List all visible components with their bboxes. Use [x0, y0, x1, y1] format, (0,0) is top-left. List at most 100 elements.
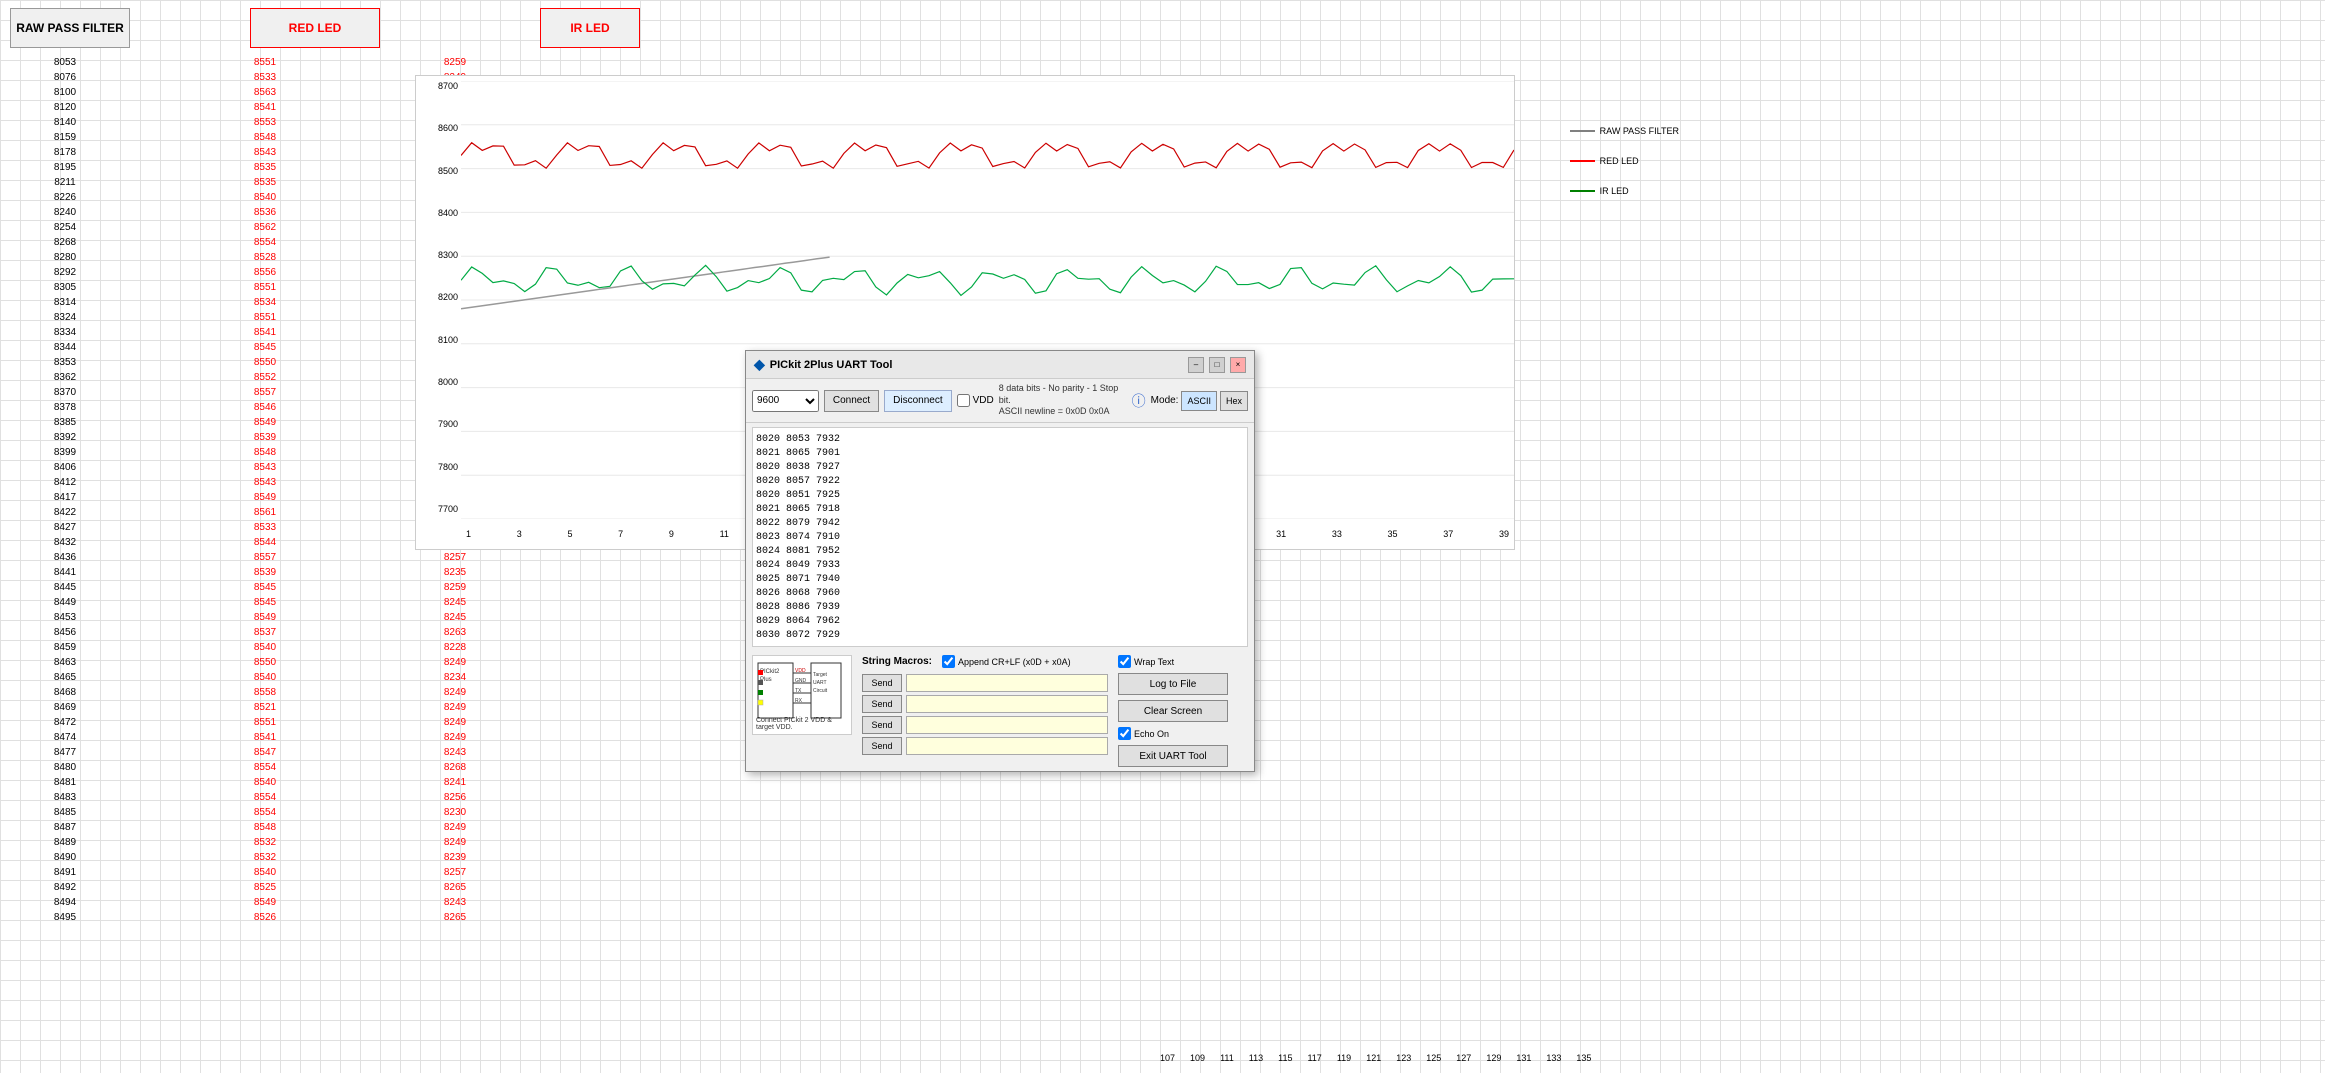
ir-led-label: IR LED — [540, 8, 640, 48]
raw-data-cell: 8399 — [20, 445, 110, 460]
uart-data-line: 8025 8071 7940 — [756, 573, 1244, 587]
x-axis-right-label: 111 — [1220, 1053, 1234, 1063]
raw-data-cell: 8453 — [20, 610, 110, 625]
vdd-checkbox[interactable] — [957, 394, 970, 407]
uart-data-line: 8021 8065 7901 — [756, 447, 1244, 461]
baud-rate-select[interactable]: 9600 19200 38400 115200 — [752, 390, 819, 412]
raw-data-cell: 8490 — [20, 850, 110, 865]
raw-data-cell: 8353 — [20, 355, 110, 370]
ir-data-cell: 8263 — [410, 625, 500, 640]
red-data-column: 8551853385638541855385488543853585358540… — [200, 55, 330, 925]
append-crlf-checkbox[interactable] — [942, 655, 955, 668]
red-data-cell: 8539 — [220, 430, 310, 445]
x-axis-right-label: 109 — [1190, 1053, 1205, 1063]
x-axis-right-label: 117 — [1307, 1053, 1321, 1063]
ir-data-cell: 8234 — [410, 670, 500, 685]
red-led-label: RED LED — [250, 8, 380, 48]
uart-data-line: 8020 8053 7932 — [756, 433, 1244, 447]
echo-on-checkbox[interactable] — [1118, 727, 1131, 740]
uart-title: ◆ PICkit 2Plus UART Tool — [754, 356, 892, 373]
vdd-label: VDD — [973, 395, 994, 406]
red-data-cell: 8545 — [220, 595, 310, 610]
raw-data-cell: 8432 — [20, 535, 110, 550]
connect-button[interactable]: Connect — [824, 390, 879, 412]
x-axis-label: 35 — [1388, 529, 1398, 539]
red-data-cell: 8540 — [220, 865, 310, 880]
header-row: RAW PASS FILTER RED LED IR LED — [0, 0, 2325, 55]
ascii-mode-button[interactable]: ASCII — [1181, 391, 1217, 411]
red-data-cell: 8537 — [220, 625, 310, 640]
red-data-cell: 8526 — [220, 910, 310, 925]
raw-pass-filter-label: RAW PASS FILTER — [10, 8, 130, 48]
echo-on-label: Echo On — [1118, 727, 1248, 740]
ir-data-cell: 8241 — [410, 775, 500, 790]
legend-ir-line — [1570, 190, 1595, 192]
send-button-3[interactable]: Send — [862, 716, 902, 734]
hex-mode-button[interactable]: Hex — [1220, 391, 1248, 411]
raw-data-cell: 8053 — [20, 55, 110, 70]
send-button-2[interactable]: Send — [862, 695, 902, 713]
send-button-1[interactable]: Send — [862, 674, 902, 692]
red-data-cell: 8540 — [220, 775, 310, 790]
raw-data-cell: 8459 — [20, 640, 110, 655]
uart-data-line: 8023 8074 7910 — [756, 531, 1244, 545]
raw-data-cell: 8240 — [20, 205, 110, 220]
ir-data-cell: 8265 — [410, 880, 500, 895]
raw-data-cell: 8491 — [20, 865, 110, 880]
raw-data-cell: 8370 — [20, 385, 110, 400]
log-to-file-button[interactable]: Log to File — [1118, 673, 1228, 695]
help-icon[interactable]: ⓘ — [1132, 391, 1146, 411]
macro-input-2[interactable] — [906, 695, 1108, 713]
x-axis-label: 1 — [466, 529, 471, 539]
red-data-cell: 8547 — [220, 745, 310, 760]
macro-input-4[interactable] — [906, 737, 1108, 755]
red-data-cell: 8540 — [220, 670, 310, 685]
uart-title-text: PICkit 2Plus UART Tool — [770, 359, 893, 371]
red-data-cell: 8533 — [220, 520, 310, 535]
red-data-cell: 8554 — [220, 790, 310, 805]
x-axis-label: 7 — [618, 529, 623, 539]
ir-data-cell: 8249 — [410, 835, 500, 850]
disconnect-button[interactable]: Disconnect — [884, 390, 951, 412]
wrap-text-checkbox[interactable] — [1118, 655, 1131, 668]
macro-input-3[interactable] — [906, 716, 1108, 734]
x-axis-label: 11 — [720, 529, 729, 539]
svg-text:UART: UART — [813, 680, 827, 686]
ir-data-cell: 8256 — [410, 790, 500, 805]
raw-data-cell: 8120 — [20, 100, 110, 115]
raw-data-cell: 8456 — [20, 625, 110, 640]
clear-screen-button[interactable]: Clear Screen — [1118, 700, 1228, 722]
y-axis-label: 8500 — [416, 166, 458, 176]
red-data-cell: 8563 — [220, 85, 310, 100]
raw-data-cell: 8280 — [20, 250, 110, 265]
raw-data-cell: 8495 — [20, 910, 110, 925]
red-data-cell: 8535 — [220, 160, 310, 175]
raw-data-cell: 8211 — [20, 175, 110, 190]
red-data-cell: 8521 — [220, 700, 310, 715]
uart-data-area[interactable]: 8021 8078 79188020 8034 79128020 8051 79… — [752, 427, 1248, 647]
y-axis-label: 8000 — [416, 377, 458, 387]
raw-data-cell: 8076 — [20, 70, 110, 85]
send-button-4[interactable]: Send — [862, 737, 902, 755]
ir-data-cell: 8249 — [410, 730, 500, 745]
uart-toolbar: 9600 19200 38400 115200 Connect Disconne… — [746, 379, 1254, 423]
red-data-cell: 8552 — [220, 370, 310, 385]
red-data-cell: 8551 — [220, 715, 310, 730]
raw-data-cell: 8465 — [20, 670, 110, 685]
maximize-button[interactable]: □ — [1209, 357, 1225, 373]
x-axis-right-label: 115 — [1278, 1053, 1292, 1063]
ir-data-cell: 8245 — [410, 595, 500, 610]
uart-data-line: 8020 8051 7925 — [756, 489, 1244, 503]
minimize-button[interactable]: – — [1188, 357, 1204, 373]
exit-uart-button[interactable]: Exit UART Tool — [1118, 745, 1228, 767]
close-button[interactable]: × — [1230, 357, 1246, 373]
macro-input-1[interactable] — [906, 674, 1108, 692]
raw-data-cell: 8492 — [20, 880, 110, 895]
uart-window-controls: – □ × — [1188, 357, 1246, 373]
legend-ir-text: IR LED — [1600, 186, 1629, 196]
chart-x-right-labels: 1071091111131151171191211231251271291311… — [1160, 1043, 2325, 1073]
red-data-cell: 8562 — [220, 220, 310, 235]
red-data-cell: 8554 — [220, 235, 310, 250]
vdd-checkbox-row: VDD — [957, 394, 994, 407]
red-data-cell: 8549 — [220, 895, 310, 910]
